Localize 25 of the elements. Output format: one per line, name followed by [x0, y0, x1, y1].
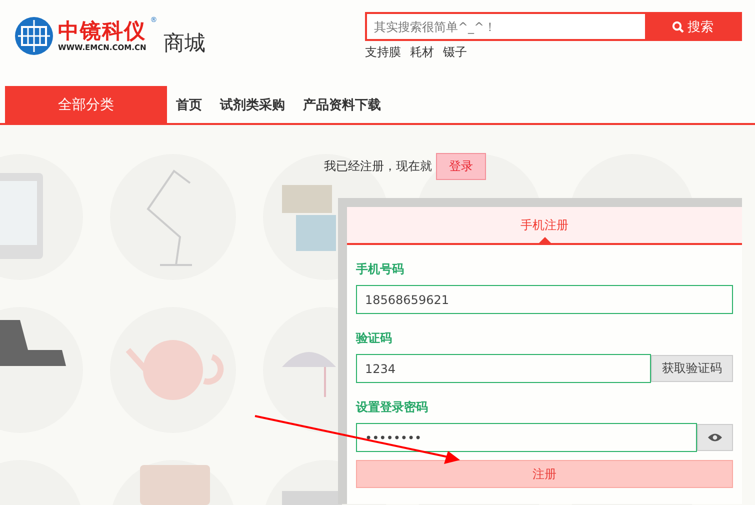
field-label: 设置登录密码 [356, 399, 429, 416]
register-tab[interactable]: 手机注册 [510, 207, 578, 243]
field-label: 验证码 [356, 330, 393, 347]
phone-field[interactable]: 18568659621 [356, 285, 733, 314]
code-field[interactable]: 1234 [356, 354, 651, 383]
nav-link[interactable]: 试剂类采购 [211, 86, 294, 123]
field-label: 手机号码 [356, 261, 405, 278]
password-field[interactable]: •••••••• [356, 423, 697, 452]
all-categories-button[interactable]: 全部分类 [5, 86, 167, 123]
globe-logo-icon [14, 16, 54, 56]
hot-tag-link[interactable]: 镊子 [443, 45, 467, 60]
scarf-drawing [282, 185, 336, 251]
hot-tag-link[interactable]: 耗材 [410, 45, 434, 60]
show-password-button[interactable] [697, 424, 733, 451]
brand-name: 中镜科仪 [58, 19, 146, 43]
get-code-button[interactable]: 获取验证码 [651, 355, 733, 382]
hot-tag-link[interactable]: 支持膜 [365, 45, 401, 60]
eye-icon [708, 433, 722, 442]
suitcase-drawing [140, 465, 210, 505]
nav-link[interactable]: 首页 [167, 86, 211, 123]
umbrella-drawing [282, 352, 336, 397]
boot-drawing [0, 320, 66, 366]
login-prompt-text: 我已经注册，现在就 [324, 158, 432, 175]
site-name: 商城 [163, 30, 206, 56]
nav-link[interactable]: 产品资料下载 [294, 86, 390, 123]
